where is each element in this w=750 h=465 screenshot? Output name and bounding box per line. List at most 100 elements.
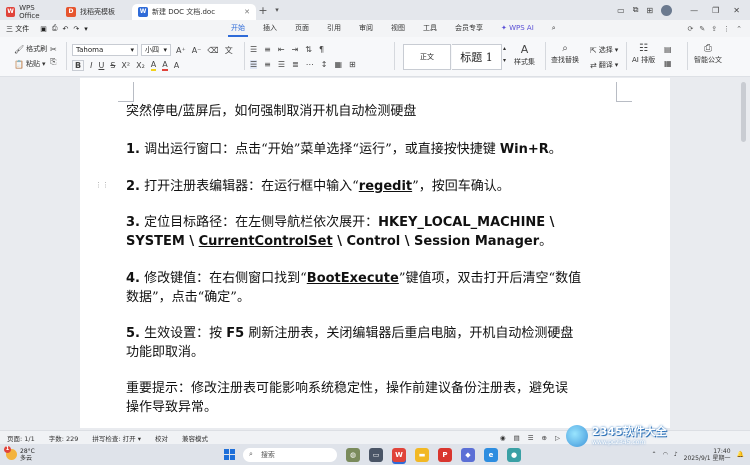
search-input[interactable]: ⌕ 搜索	[243, 447, 337, 462]
tab-document[interactable]: W 新建 DOC 文档.doc ✕	[132, 4, 256, 20]
play-icon[interactable]: ▷	[555, 434, 560, 442]
page-view-icon[interactable]: ▤	[514, 434, 520, 442]
show-marks-icon[interactable]: ¶	[319, 45, 324, 54]
new-tab-button[interactable]: +	[256, 4, 270, 17]
subscript-icon[interactable]: X₂	[136, 61, 145, 70]
shading-icon[interactable]: ▦	[334, 60, 342, 69]
weather-widget[interactable]: 1 28°C 多云	[0, 446, 140, 462]
wps-app-icon[interactable]: W	[392, 447, 406, 462]
notification-icon[interactable]: 🔔	[737, 451, 744, 458]
cut-icon[interactable]: ✂	[50, 45, 57, 54]
layout-icon[interactable]: ▭	[617, 6, 625, 15]
minimize-button[interactable]: —	[690, 6, 698, 15]
menu-review[interactable]: 审阅	[350, 20, 382, 37]
page-count[interactable]: 页面: 1/1	[0, 433, 42, 443]
web-view-icon[interactable]: ⊕	[542, 434, 547, 442]
translate-button[interactable]: ⇄ 翻译 ▾	[590, 60, 618, 70]
save-icon[interactable]: ▣	[40, 25, 47, 33]
clear-format-icon[interactable]: ⌫	[207, 46, 218, 55]
file-menu[interactable]: 三 文件	[6, 24, 29, 34]
file-explorer-icon[interactable]: ▬	[415, 447, 429, 462]
align-center-icon[interactable]: ≡	[264, 60, 271, 69]
border-icon[interactable]: ⊞	[349, 60, 356, 69]
justify-icon[interactable]: ≣	[292, 60, 299, 69]
proofread[interactable]: 校对	[148, 433, 175, 443]
task-view-icon[interactable]: ▭	[369, 447, 383, 462]
pdf-app-icon[interactable]: P	[438, 447, 452, 462]
drag-handle-icon[interactable]: ⋮⋮	[95, 181, 109, 189]
outdent-icon[interactable]: ⇤	[278, 45, 285, 54]
shrink-font-icon[interactable]: A⁻	[192, 46, 202, 55]
clock[interactable]: 17:40 2025/9/1 星期一	[684, 448, 731, 462]
line-spacing-icon[interactable]: ↕	[321, 60, 328, 69]
app-icon[interactable]: ●	[507, 447, 521, 462]
page-setup-icon[interactable]: ▤	[664, 45, 672, 54]
bold-icon[interactable]: B	[72, 60, 85, 71]
menu-tools[interactable]: 工具	[414, 20, 446, 37]
more-icon[interactable]: ▾	[84, 25, 88, 33]
char-border-icon[interactable]: A	[174, 61, 179, 70]
undo-icon[interactable]: ↶	[62, 25, 68, 33]
browser-app-icon[interactable]: e	[484, 447, 498, 462]
copy-icon[interactable]: ⎘	[50, 57, 56, 67]
select-button[interactable]: ⇱ 选择 ▾	[590, 45, 618, 55]
search-icon[interactable]: ⌕	[543, 20, 565, 37]
align-left-icon[interactable]: ☰	[250, 60, 258, 69]
share-icon[interactable]: ⇪	[711, 25, 717, 33]
menu-wps-ai[interactable]: ✦ WPS AI	[492, 20, 543, 37]
print-icon[interactable]: ⎙	[52, 24, 58, 33]
restore-button[interactable]: ❐	[712, 6, 719, 15]
document-page[interactable]	[80, 78, 670, 428]
numbered-list-icon[interactable]: ≡	[264, 45, 271, 54]
styles-set-button[interactable]: A 样式集	[514, 43, 535, 67]
menu-page[interactable]: 页面	[286, 20, 318, 37]
bullet-list-icon[interactable]: ☰	[250, 45, 257, 54]
menu-home[interactable]: 开始	[222, 20, 254, 37]
align-right-icon[interactable]: ☰	[278, 60, 285, 69]
more-options-icon[interactable]: ⋮	[723, 25, 730, 33]
superscript-icon[interactable]: X²	[121, 61, 130, 70]
menu-member[interactable]: 会员专享	[446, 20, 492, 37]
style-scroll[interactable]: ▴ ▾	[503, 45, 506, 64]
close-tab-icon[interactable]: ✕	[244, 8, 250, 16]
ai-layout-button[interactable]: ☷ AI 排版	[632, 43, 655, 65]
avatar[interactable]	[661, 4, 673, 16]
redo-icon[interactable]: ↷	[73, 25, 79, 33]
font-name-select[interactable]: Tahoma ▾	[72, 44, 138, 56]
pinyin-icon[interactable]: 文	[225, 45, 233, 56]
menu-reference[interactable]: 引用	[318, 20, 350, 37]
comment-icon[interactable]: ✎	[699, 25, 705, 33]
close-button[interactable]: ✕	[733, 6, 740, 15]
start-button[interactable]	[224, 449, 235, 460]
font-color-icon[interactable]: A	[162, 60, 168, 71]
tab-wps-office[interactable]: W WPS Office	[0, 4, 60, 20]
find-replace-button[interactable]: ⌕ 查找替换	[551, 43, 579, 65]
tab-dropdown-icon[interactable]: ▾	[270, 6, 284, 14]
distribute-icon[interactable]: ⋯	[306, 60, 314, 69]
format-painter-button[interactable]: 🖌 格式刷	[14, 44, 47, 54]
word-count[interactable]: 字数: 229	[42, 433, 86, 443]
widget-app-icon[interactable]: ◍	[346, 447, 360, 462]
tab-template[interactable]: D 找稻壳模板	[60, 4, 132, 20]
window-icon[interactable]: ⧉	[633, 5, 639, 15]
sync-icon[interactable]: ⟳	[688, 25, 694, 33]
spell-check[interactable]: 拼写检查: 打开 ▾	[85, 433, 148, 443]
extension-icon[interactable]: ⊞	[646, 6, 653, 15]
highlight-icon[interactable]: A	[150, 60, 157, 71]
style-heading1[interactable]: 标题 1	[452, 44, 502, 70]
eye-icon[interactable]: ◉	[500, 434, 506, 442]
game-app-icon[interactable]: ◆	[461, 447, 475, 462]
chevron-up-icon[interactable]: ⌃	[652, 451, 657, 458]
strikethrough-icon[interactable]: S	[110, 61, 115, 70]
paste-button[interactable]: 📋 粘贴 ▾	[14, 59, 45, 69]
wifi-icon[interactable]: ◠	[663, 451, 668, 458]
underline-icon[interactable]: U	[98, 61, 104, 70]
vertical-scrollbar[interactable]	[741, 82, 746, 142]
volume-icon[interactable]: ♪	[674, 451, 678, 458]
collapse-ribbon-icon[interactable]: ⌃	[736, 25, 742, 33]
layout-grid-icon[interactable]: ▦	[664, 59, 672, 68]
sort-icon[interactable]: ⇅	[305, 45, 312, 54]
menu-insert[interactable]: 插入	[254, 20, 286, 37]
outline-icon[interactable]: ☰	[528, 434, 534, 442]
font-size-select[interactable]: 小四 ▾	[141, 44, 171, 56]
